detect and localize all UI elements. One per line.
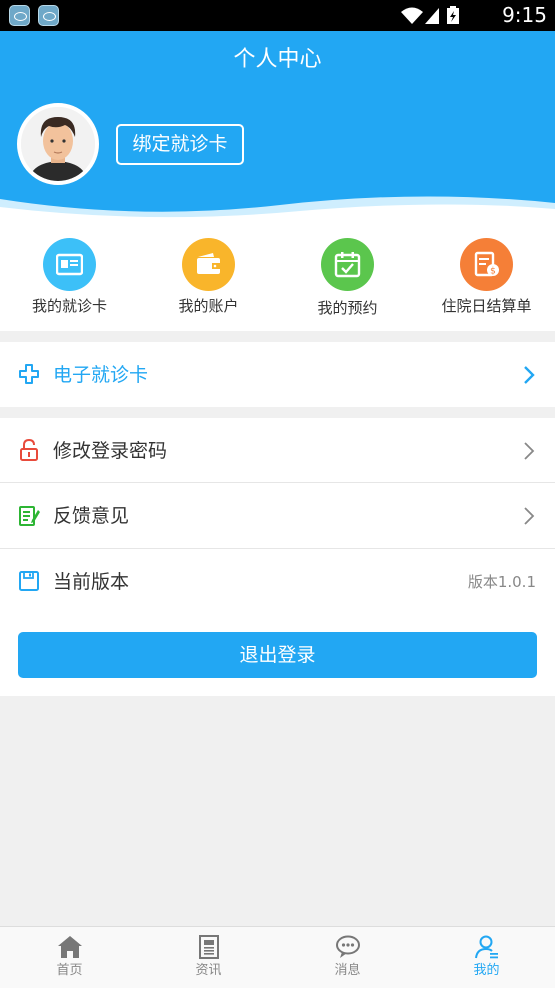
bottom-tab-bar: 首页 资讯 消息 我的 — [0, 926, 555, 988]
menu-item-label: 电子就诊卡 — [53, 364, 149, 386]
status-time: 9:15 — [502, 3, 547, 27]
version-value: 版本1.0.1 — [467, 573, 536, 591]
quick-action-label: 住院日结算单 — [441, 297, 532, 315]
home-icon — [58, 936, 82, 958]
menu-item-label: 反馈意见 — [53, 505, 130, 527]
quick-action-label: 我的账户 — [178, 297, 239, 315]
tab-label: 资讯 — [195, 963, 222, 978]
tab-label: 我的 — [473, 963, 500, 978]
menu-item-e-card[interactable]: 电子就诊卡 — [0, 342, 555, 407]
id-card-icon — [43, 238, 96, 291]
lock-icon — [20, 439, 38, 461]
tab-label: 首页 — [56, 963, 83, 978]
page-title: 个人中心 — [233, 47, 322, 72]
bill-icon: $ — [460, 238, 513, 291]
chevron-right-icon — [524, 366, 535, 384]
message-icon — [336, 935, 360, 958]
avatar[interactable] — [17, 103, 99, 185]
profile-header: 个人中心 绑定就诊卡 — [0, 31, 555, 221]
menu-item-label: 当前版本 — [53, 571, 130, 593]
tab-news[interactable]: 资讯 — [139, 927, 278, 988]
notification-app-icon — [9, 5, 30, 26]
menu-item-label: 修改登录密码 — [53, 440, 168, 462]
logout-section: 退出登录 — [0, 614, 555, 696]
svg-text:$: $ — [490, 267, 496, 277]
header-wave — [0, 196, 555, 221]
quick-action-daily-bill[interactable]: $ 住院日结算单 — [417, 221, 555, 331]
system-status-icons — [401, 6, 459, 24]
menu-item-feedback[interactable]: 反馈意见 — [0, 483, 555, 548]
news-icon — [199, 935, 219, 959]
quick-action-label: 我的就诊卡 — [31, 297, 107, 315]
menu-item-version: 当前版本 版本1.0.1 — [0, 549, 555, 614]
logout-button[interactable]: 退出登录 — [18, 632, 537, 678]
calendar-check-icon — [321, 238, 374, 291]
menu-item-change-password[interactable]: 修改登录密码 — [0, 418, 555, 483]
tab-messages[interactable]: 消息 — [278, 927, 417, 988]
bind-card-button[interactable]: 绑定就诊卡 — [116, 124, 244, 165]
quick-action-my-appointment[interactable]: 我的预约 — [278, 221, 417, 331]
tab-mine[interactable]: 我的 — [417, 927, 555, 988]
quick-action-label: 我的预约 — [317, 299, 378, 317]
edit-note-icon — [19, 506, 40, 526]
quick-action-my-card[interactable]: 我的就诊卡 — [0, 221, 139, 331]
tab-home[interactable]: 首页 — [0, 927, 139, 988]
save-icon — [19, 571, 39, 591]
wallet-icon — [182, 238, 235, 291]
medical-cross-icon — [19, 364, 39, 384]
tab-label: 消息 — [334, 963, 361, 978]
notification-app-icon — [38, 5, 59, 26]
quick-actions: 我的就诊卡 我的账户 我的预约 $ 住院日结算单 — [0, 221, 555, 331]
chevron-right-icon — [524, 442, 535, 460]
chevron-right-icon — [524, 507, 535, 525]
user-icon — [475, 935, 498, 959]
status-bar: 9:15 — [0, 0, 555, 31]
quick-action-my-account[interactable]: 我的账户 — [139, 221, 278, 331]
